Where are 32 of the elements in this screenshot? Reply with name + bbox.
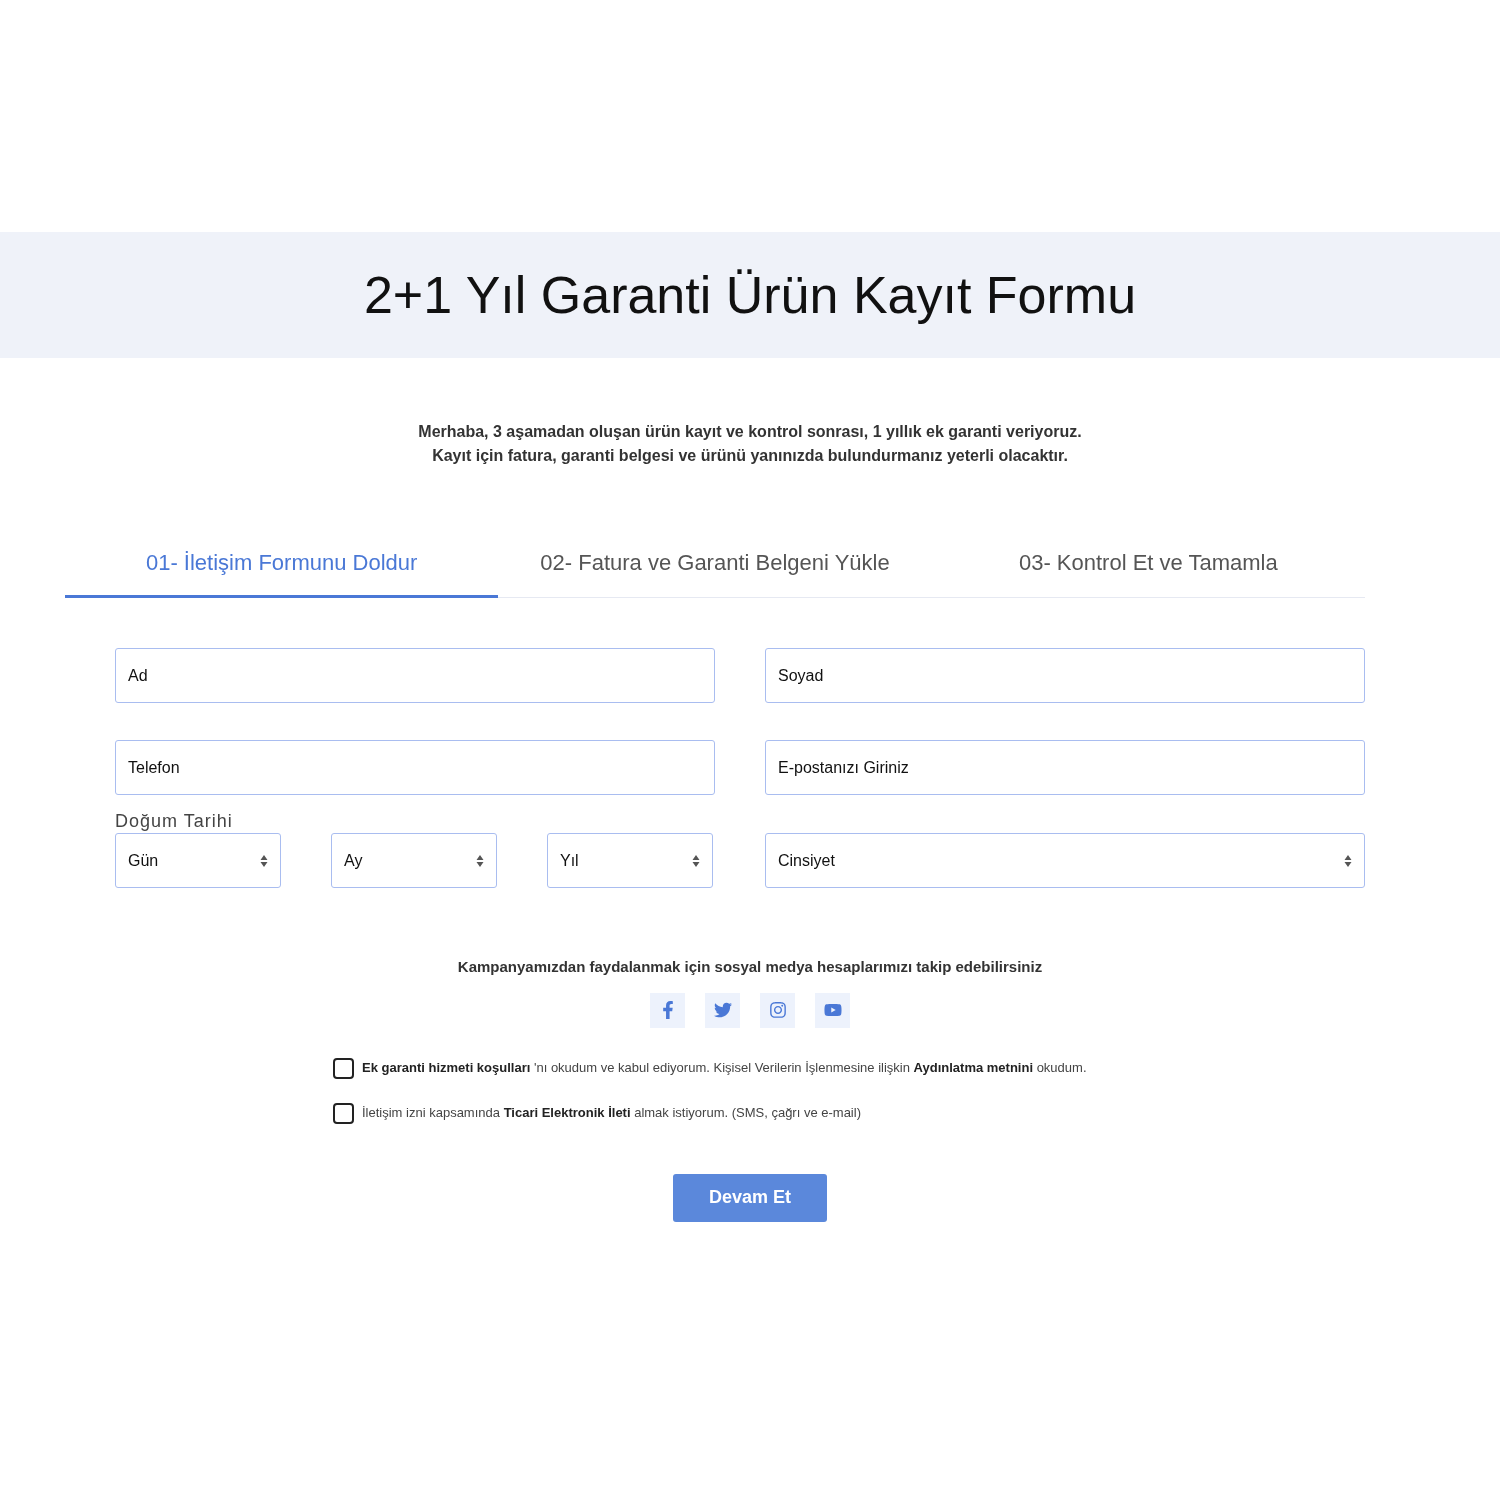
- checkbox[interactable]: [333, 1057, 354, 1079]
- twitter-link[interactable]: [705, 992, 740, 1028]
- input-field[interactable]: Ad: [115, 648, 715, 703]
- birth-date-label: Doğum Tarihi: [115, 810, 234, 833]
- checkbox[interactable]: [333, 1102, 354, 1124]
- step-tab[interactable]: 01- İletişim Formunu Doldur: [65, 538, 499, 598]
- consent-text: İletişim izni kapsamında Ticari Elektronik İleti almak istiyorum. (SMS, çağrı ve e-mail): [362, 1104, 861, 1123]
- sort-caret-icon: [1344, 853, 1352, 868]
- sort-caret-icon: [260, 853, 268, 868]
- facebook-link[interactable]: [650, 992, 685, 1028]
- step-tab[interactable]: 03- Kontrol Et ve Tamamla: [931, 538, 1365, 598]
- select-field[interactable]: Cinsiyet: [765, 833, 1365, 888]
- intro-text: Kayıt için fatura, garanti belgesi ve ürünü yanınızda bulundurmanız yeterli olacaktır.: [432, 446, 1068, 466]
- select-field[interactable]: Yıl: [547, 833, 713, 888]
- step-tab[interactable]: 02- Fatura ve Garanti Belgeni Yükle: [498, 538, 932, 598]
- twitter-icon: [713, 1001, 732, 1019]
- youtube-link[interactable]: [815, 992, 850, 1028]
- select-field[interactable]: Ay: [331, 833, 497, 888]
- consent-text: Ek garanti hizmeti koşulları 'nı okudum ve kabul ediyorum. Kişisel Verilerin İşlenmesine ilişkin Aydınlatma metnini okudum.: [362, 1059, 1087, 1078]
- sort-caret-icon: [692, 853, 700, 868]
- input-field[interactable]: Soyad: [765, 648, 1365, 703]
- input-field[interactable]: E-postanızı Giriniz: [765, 740, 1365, 795]
- select-field[interactable]: Gün: [115, 833, 281, 888]
- intro-text: Merhaba, 3 aşamadan oluşan ürün kayıt ve kontrol sonrası, 1 yıllık ek garanti veriyoruz.: [418, 422, 1082, 442]
- page-title: 2+1 Yıl Garanti Ürün Kayıt Formu: [363, 265, 1137, 326]
- social-text: Kampanyamızdan faydalanmak için sosyal medya hesaplarımızı takip edebilirsiniz: [457, 957, 1043, 977]
- youtube-icon: [823, 1001, 842, 1019]
- instagram-link[interactable]: [760, 992, 795, 1028]
- instagram-icon: [768, 1001, 787, 1019]
- input-field[interactable]: Telefon: [115, 740, 715, 795]
- continue-button[interactable]: Devam Et: [673, 1173, 827, 1222]
- sort-caret-icon: [476, 853, 484, 868]
